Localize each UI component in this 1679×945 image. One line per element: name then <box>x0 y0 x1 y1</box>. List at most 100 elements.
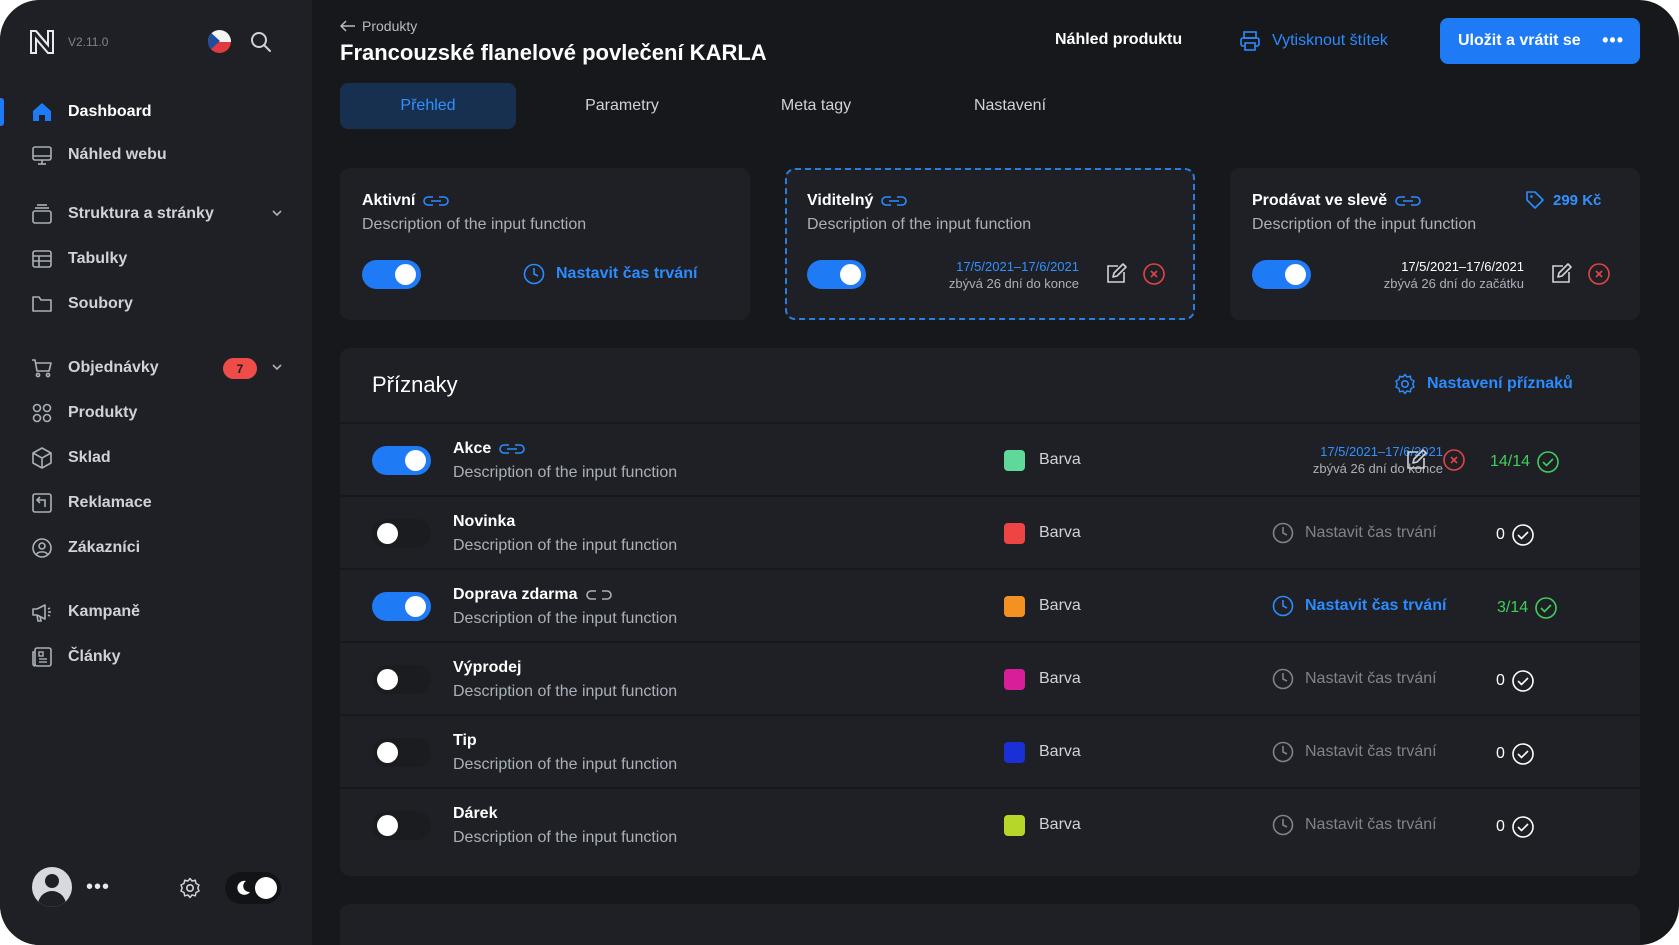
tab-overview[interactable]: Přehled <box>340 83 516 129</box>
user-circle-icon <box>30 536 54 560</box>
color-swatch[interactable] <box>1004 815 1025 836</box>
edit-icon[interactable] <box>1104 262 1128 286</box>
color-swatch[interactable] <box>1004 450 1025 471</box>
set-duration-link[interactable]: Nastavit čas trvání <box>1271 667 1437 691</box>
link-icon[interactable] <box>1393 194 1423 208</box>
clock-icon <box>1272 522 1294 544</box>
card-title: Viditelný <box>807 192 909 210</box>
flag-toggle[interactable] <box>372 519 431 548</box>
set-duration-link[interactable]: Nastavit čas trvání <box>1271 813 1437 837</box>
sidebar-item-label: Objednávky <box>68 359 159 376</box>
flag-name: Dárek <box>453 805 497 823</box>
link-icon[interactable] <box>497 442 527 456</box>
active-toggle[interactable] <box>362 260 421 289</box>
link-icon[interactable] <box>421 194 451 208</box>
czech-flag-icon[interactable] <box>208 30 231 53</box>
sidebar-item-web-preview[interactable]: Náhled webu <box>0 135 312 175</box>
printer-icon <box>1240 31 1260 51</box>
sale-toggle[interactable] <box>1252 260 1311 289</box>
check-circle-icon <box>1512 524 1534 546</box>
layers-icon <box>30 202 54 226</box>
remove-icon[interactable] <box>1587 262 1611 286</box>
sidebar-item-articles[interactable]: Články <box>0 637 312 677</box>
flag-count: 0 <box>1496 742 1535 766</box>
sidebar-item-orders[interactable]: Objednávky 7 <box>0 348 312 388</box>
flag-description: Description of the input function <box>453 537 678 554</box>
chevron-down-icon[interactable] <box>270 206 284 220</box>
flag-toggle[interactable] <box>372 665 431 694</box>
link-icon[interactable] <box>879 194 909 208</box>
save-and-return-button[interactable]: Uložit a vrátit se ••• <box>1440 18 1640 64</box>
color-label: Barva <box>1039 670 1081 687</box>
flags-settings-link[interactable]: Nastavení příznaků <box>1393 372 1573 396</box>
flag-toggle[interactable] <box>372 592 431 621</box>
flags-title: Příznaky <box>372 372 458 397</box>
color-label: Barva <box>1039 743 1081 760</box>
color-swatch[interactable] <box>1004 596 1025 617</box>
flags-settings-label: Nastavení příznaků <box>1427 375 1573 392</box>
sidebar-item-label: Články <box>68 648 121 665</box>
sidebar-item-structure[interactable]: Struktura a stránky <box>0 194 312 234</box>
edit-icon[interactable] <box>1404 448 1428 472</box>
flag-toggle[interactable] <box>372 811 431 840</box>
visible-toggle[interactable] <box>807 260 866 289</box>
chevron-down-icon[interactable] <box>270 360 284 374</box>
sidebar-item-tables[interactable]: Tabulky <box>0 239 312 279</box>
preview-product-button[interactable]: Náhled produktu <box>1055 31 1182 49</box>
remove-icon[interactable] <box>1142 262 1166 286</box>
color-label: Barva <box>1039 816 1081 833</box>
card-title-text: Prodávat ve slevě <box>1252 192 1388 209</box>
search-icon[interactable] <box>249 30 273 54</box>
user-avatar[interactable] <box>32 867 72 907</box>
sidebar-item-dashboard[interactable]: Dashboard <box>0 92 312 132</box>
flag-name: Tip <box>453 732 477 750</box>
flag-name: Doprava zdarma <box>453 586 614 604</box>
color-swatch[interactable] <box>1004 742 1025 763</box>
set-duration-link[interactable]: Nastavit čas trvání <box>522 262 697 286</box>
tab-settings[interactable]: Nastavení <box>922 83 1098 129</box>
flag-row-doprava-zdarma: Doprava zdarma Description of the input … <box>340 568 1640 641</box>
sidebar-item-label: Kampaně <box>68 603 141 620</box>
color-label: Barva <box>1039 597 1081 614</box>
remove-icon[interactable] <box>1442 448 1466 472</box>
flag-count-value: 0 <box>1496 818 1505 835</box>
sidebar-item-files[interactable]: Soubory <box>0 284 312 324</box>
tab-parameters[interactable]: Parametry <box>534 83 710 129</box>
unlink-icon[interactable] <box>584 588 614 602</box>
app-logo-icon[interactable] <box>28 28 56 56</box>
color-swatch[interactable] <box>1004 523 1025 544</box>
flag-toggle[interactable] <box>372 738 431 767</box>
sidebar-item-label: Produkty <box>68 404 138 421</box>
gear-icon[interactable] <box>178 876 202 900</box>
set-duration-link[interactable]: Nastavit čas trvání <box>1271 740 1437 764</box>
flag-toggle[interactable] <box>372 446 431 475</box>
flags-panel: Příznaky Nastavení příznaků Akce Descrip… <box>340 348 1640 876</box>
sidebar-item-label: Reklamace <box>68 494 152 511</box>
sidebar-item-complaints[interactable]: Reklamace <box>0 483 312 523</box>
print-label-button[interactable]: Vytisknout štítek <box>1238 29 1388 53</box>
flag-count-value: 3/14 <box>1497 599 1529 616</box>
article-icon <box>30 645 54 669</box>
clock-icon <box>1272 741 1294 763</box>
sidebar-item-warehouse[interactable]: Sklad <box>0 438 312 478</box>
flag-name-text: Novinka <box>453 513 516 530</box>
breadcrumb[interactable]: Produkty <box>340 18 417 34</box>
return-icon <box>30 491 54 515</box>
sidebar-item-campaigns[interactable]: Kampaně <box>0 592 312 632</box>
color-swatch[interactable] <box>1004 669 1025 690</box>
megaphone-icon <box>30 600 54 624</box>
clock-icon <box>1272 814 1294 836</box>
visible-card: Viditelný Description of the input funct… <box>785 168 1195 320</box>
sale-date-range: 17/5/2021–17/6/2021 zbývá 26 dní do začá… <box>1384 258 1524 292</box>
save-more-options-icon[interactable]: ••• <box>1602 30 1624 51</box>
sidebar-item-products[interactable]: Produkty <box>0 393 312 433</box>
sidebar-item-customers[interactable]: Zákazníci <box>0 528 312 568</box>
sidebar-item-label: Soubory <box>68 295 133 312</box>
theme-toggle[interactable] <box>225 872 281 904</box>
set-duration-link[interactable]: Nastavit čas trvání <box>1271 594 1446 618</box>
set-duration-link[interactable]: Nastavit čas trvání <box>1271 521 1437 545</box>
sale-price[interactable]: 299 Kč <box>1525 190 1601 210</box>
tab-meta-tags[interactable]: Meta tagy <box>728 83 904 129</box>
edit-icon[interactable] <box>1549 262 1573 286</box>
user-menu-more-icon[interactable]: ••• <box>86 877 110 897</box>
